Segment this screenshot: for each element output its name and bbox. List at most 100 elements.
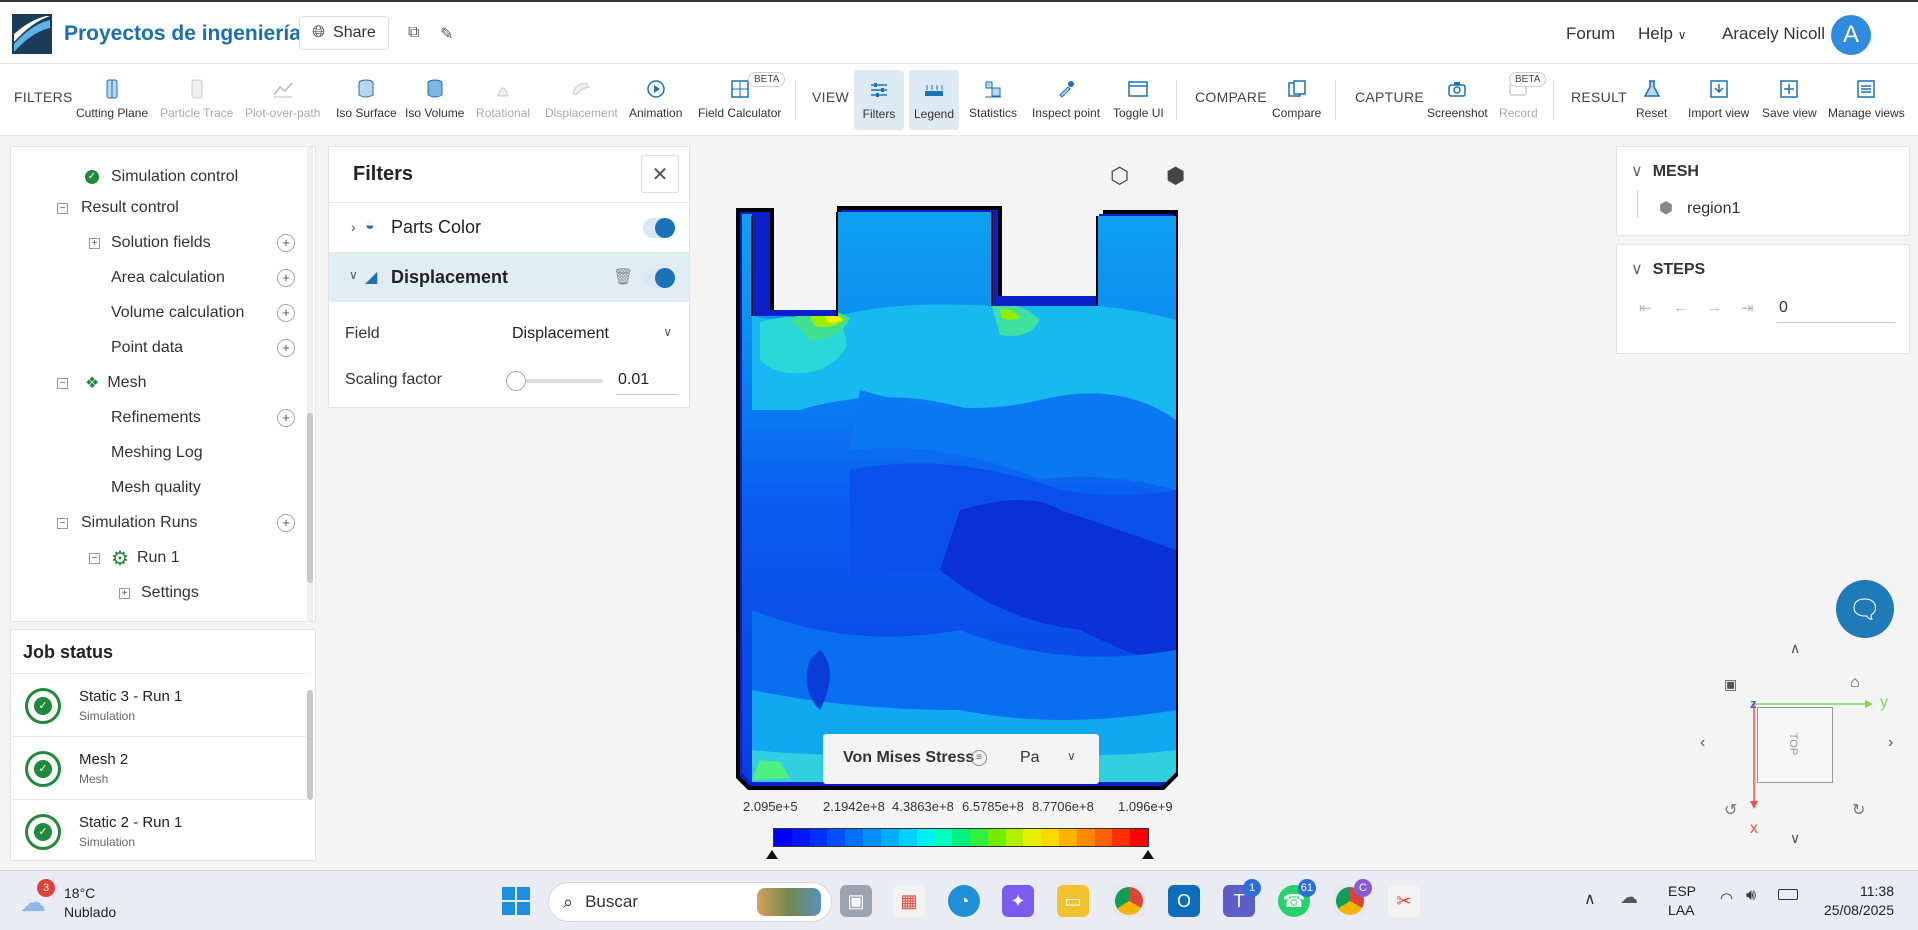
- last-step-icon[interactable]: ⇥: [1741, 299, 1754, 317]
- legend-menu-icon[interactable]: ≡: [971, 750, 987, 766]
- task-view-icon[interactable]: ▣: [840, 885, 872, 917]
- filters-toggle-button[interactable]: Filters: [854, 70, 904, 130]
- user-name[interactable]: Aracely Nicoll: [1722, 24, 1825, 44]
- tree-item-run-1[interactable]: ⚙ Run 1: [111, 543, 180, 573]
- chrome-profile-icon[interactable]: C: [1334, 879, 1372, 917]
- inspect-point-button[interactable]: Inspect point: [1032, 78, 1100, 120]
- iso-volume-button[interactable]: Iso Volume: [405, 78, 464, 120]
- add-refinement-icon[interactable]: +: [277, 409, 295, 427]
- next-step-icon[interactable]: →: [1707, 299, 1722, 316]
- tree-item-simulation-runs[interactable]: Simulation Runs: [81, 508, 198, 538]
- tree-item-volume-calculation[interactable]: Volume calculation: [111, 298, 244, 328]
- rotational-button[interactable]: Rotational: [476, 78, 530, 120]
- mesh-panel-header[interactable]: ∨ MESH: [1631, 161, 1699, 181]
- rotate-cw-icon[interactable]: ↻: [1852, 800, 1865, 820]
- import-view-button[interactable]: Import view: [1688, 78, 1749, 120]
- copilot-icon[interactable]: ✦: [1002, 885, 1034, 917]
- language-top[interactable]: ESP: [1668, 883, 1696, 899]
- job-scrollbar-thumb[interactable]: [307, 690, 313, 800]
- taskbar-search[interactable]: ⌕ Buscar: [548, 882, 832, 922]
- animation-button[interactable]: Animation: [629, 78, 682, 120]
- duplicate-icon[interactable]: ⧉: [408, 24, 419, 42]
- mesh-region-row[interactable]: ⬢ region1: [1616, 190, 1910, 236]
- share-button[interactable]: 🌐︎ Share: [299, 16, 389, 50]
- file-explorer-icon[interactable]: ▭: [1057, 885, 1089, 917]
- previous-step-icon[interactable]: ←: [1673, 299, 1688, 316]
- scaling-factor-input[interactable]: 0.01: [616, 363, 678, 395]
- legend-selector[interactable]: Von Mises Stress ≡ Pa ∨: [823, 734, 1099, 784]
- rotate-right-icon[interactable]: ›: [1888, 734, 1893, 752]
- step-input[interactable]: 0: [1777, 289, 1895, 323]
- expand-toggle[interactable]: +: [89, 238, 100, 249]
- snipping-tool-icon[interactable]: ✂: [1388, 885, 1420, 917]
- iso-surface-button[interactable]: Iso Surface: [336, 78, 397, 120]
- rotate-up-icon[interactable]: ∧: [1790, 640, 1800, 657]
- particle-trace-button[interactable]: Particle Trace: [160, 78, 233, 120]
- collapse-toggle[interactable]: −: [57, 203, 68, 214]
- onedrive-icon[interactable]: ☁: [1620, 887, 1638, 908]
- rotate-down-icon[interactable]: ∨: [1790, 830, 1800, 847]
- wifi-icon[interactable]: ◠: [1720, 889, 1733, 907]
- chevron-right-icon[interactable]: ›: [351, 219, 356, 235]
- outlook-icon[interactable]: O: [1168, 885, 1200, 917]
- home-icon[interactable]: ⌂: [1850, 674, 1860, 692]
- add-point-data-icon[interactable]: +: [277, 339, 295, 357]
- first-step-icon[interactable]: ⇤: [1639, 299, 1652, 317]
- teams-icon[interactable]: T1: [1223, 879, 1261, 917]
- add-volume-calculation-icon[interactable]: +: [277, 304, 295, 322]
- parts-color-toggle[interactable]: [643, 218, 675, 238]
- job-item[interactable]: ✓ Mesh 2 Mesh: [11, 736, 307, 799]
- add-solution-field-icon[interactable]: +: [277, 234, 295, 252]
- scaling-slider-handle[interactable]: [506, 371, 526, 391]
- collapse-toggle[interactable]: −: [57, 378, 68, 389]
- tree-item-mesh-quality[interactable]: Mesh quality: [111, 473, 201, 503]
- displacement-button[interactable]: Displacement: [545, 78, 618, 120]
- rotate-ccw-icon[interactable]: ↺: [1724, 800, 1737, 820]
- plot-over-path-button[interactable]: Plot-over-path: [245, 78, 320, 120]
- toggle-ui-button[interactable]: Toggle UI: [1113, 78, 1164, 120]
- save-view-button[interactable]: Save view: [1762, 78, 1817, 120]
- microsoft-store-icon[interactable]: ▦: [893, 885, 925, 917]
- clock-time[interactable]: 11:38: [1834, 883, 1894, 899]
- collapse-toggle[interactable]: −: [89, 553, 100, 564]
- legend-max-handle[interactable]: [1142, 850, 1154, 859]
- displacement-toggle[interactable]: [643, 268, 675, 288]
- tree-item-point-data[interactable]: Point data: [111, 333, 183, 363]
- orientation-widget[interactable]: ∧ ▣ ⌂ ‹ › TOP z y x ↺ ↻ ∨: [1700, 640, 1900, 850]
- reset-button[interactable]: Reset: [1636, 78, 1667, 120]
- add-simulation-run-icon[interactable]: +: [277, 514, 295, 532]
- rotate-left-icon[interactable]: ‹: [1700, 734, 1705, 752]
- tree-item-area-calculation[interactable]: Area calculation: [111, 263, 225, 293]
- manage-views-button[interactable]: Manage views: [1828, 78, 1905, 120]
- close-button[interactable]: ✕: [641, 155, 679, 193]
- tree-item-refinements[interactable]: Refinements: [111, 403, 201, 433]
- help-menu[interactable]: Help ∨: [1638, 24, 1687, 44]
- tree-item-solution-fields[interactable]: Solution fields: [111, 228, 211, 258]
- language-bottom[interactable]: LAA: [1668, 902, 1694, 918]
- tray-expand-icon[interactable]: ∧: [1584, 889, 1596, 909]
- tree-scrollbar-thumb[interactable]: [307, 413, 313, 583]
- legend-min-handle[interactable]: [766, 850, 778, 859]
- filter-row-parts-color[interactable]: › ◒ Parts Color: [329, 202, 689, 252]
- expand-toggle[interactable]: +: [119, 588, 130, 599]
- tree-item-result-control[interactable]: Result control: [81, 193, 179, 223]
- chrome-active-icon[interactable]: [1113, 885, 1145, 917]
- windows-start-icon[interactable]: [502, 887, 530, 915]
- legend-toggle-button[interactable]: Legend: [909, 70, 959, 130]
- job-item[interactable]: ✓ Static 2 - Run 1 Simulation: [11, 799, 307, 860]
- add-area-calculation-icon[interactable]: +: [277, 269, 295, 287]
- screenshot-button[interactable]: Screenshot: [1427, 78, 1488, 120]
- tree-item-settings[interactable]: Settings: [141, 578, 199, 608]
- battery-icon[interactable]: [1778, 889, 1798, 900]
- field-select[interactable]: Displacement ∨: [512, 317, 678, 349]
- clock-date[interactable]: 25/08/2025: [1816, 902, 1894, 918]
- chevron-down-icon[interactable]: ∨: [349, 268, 358, 282]
- avatar[interactable]: A: [1831, 15, 1871, 55]
- steps-panel-header[interactable]: ∨ STEPS: [1631, 259, 1705, 279]
- chat-support-button[interactable]: 🗨︎: [1836, 580, 1894, 638]
- edge-browser-icon[interactable]: ◔: [948, 885, 980, 917]
- cutting-plane-button[interactable]: Cutting Plane: [76, 78, 148, 120]
- whatsapp-icon[interactable]: ☎ 61: [1278, 879, 1316, 917]
- simscale-logo[interactable]: [12, 14, 52, 54]
- trash-icon[interactable]: 🗑︎: [613, 267, 633, 287]
